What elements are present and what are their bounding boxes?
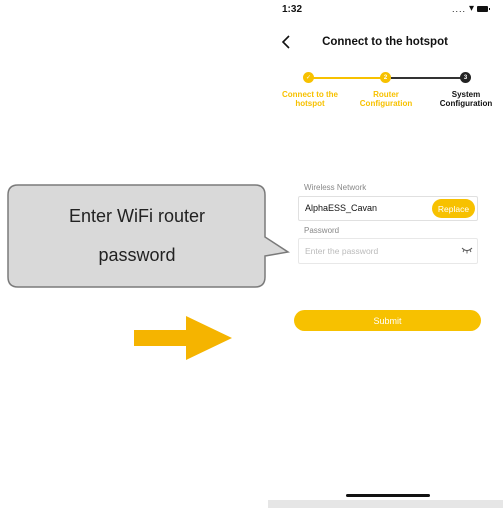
replace-button[interactable]: Replace	[432, 199, 475, 218]
step-connector-1	[313, 77, 381, 79]
wireless-network-field: AlphaESS_Cavan Replace	[298, 196, 478, 221]
step-1-check-icon: ✓	[303, 72, 314, 83]
step-3-marker: 3	[460, 72, 471, 83]
signal-dots: ....	[452, 3, 467, 14]
eye-closed-icon[interactable]	[461, 245, 473, 255]
step-3-label: System Configuration	[439, 90, 493, 108]
password-field[interactable]	[298, 238, 478, 264]
battery-icon	[477, 5, 491, 12]
home-indicator	[346, 494, 430, 497]
status-icons: .... ▾	[452, 3, 491, 14]
callout-line-2: password	[98, 245, 176, 265]
wifi-icon: ▾	[469, 3, 475, 14]
password-input[interactable]	[305, 243, 455, 259]
submit-button[interactable]: Submit	[294, 310, 481, 331]
step-connector-2	[391, 77, 461, 79]
password-label: Password	[304, 226, 340, 235]
page-title: Connect to the hotspot	[322, 36, 448, 48]
step-2-label: Router Configuration	[359, 90, 413, 108]
step-2-marker: 2	[380, 72, 391, 83]
callout-line-1: Enter WiFi router	[68, 206, 206, 226]
pointer-arrow-icon	[134, 316, 232, 360]
wireless-network-label: Wireless Network	[304, 183, 367, 192]
phone-bottom-edge	[268, 500, 503, 508]
network-name-value: AlphaESS_Cavan	[305, 203, 378, 213]
